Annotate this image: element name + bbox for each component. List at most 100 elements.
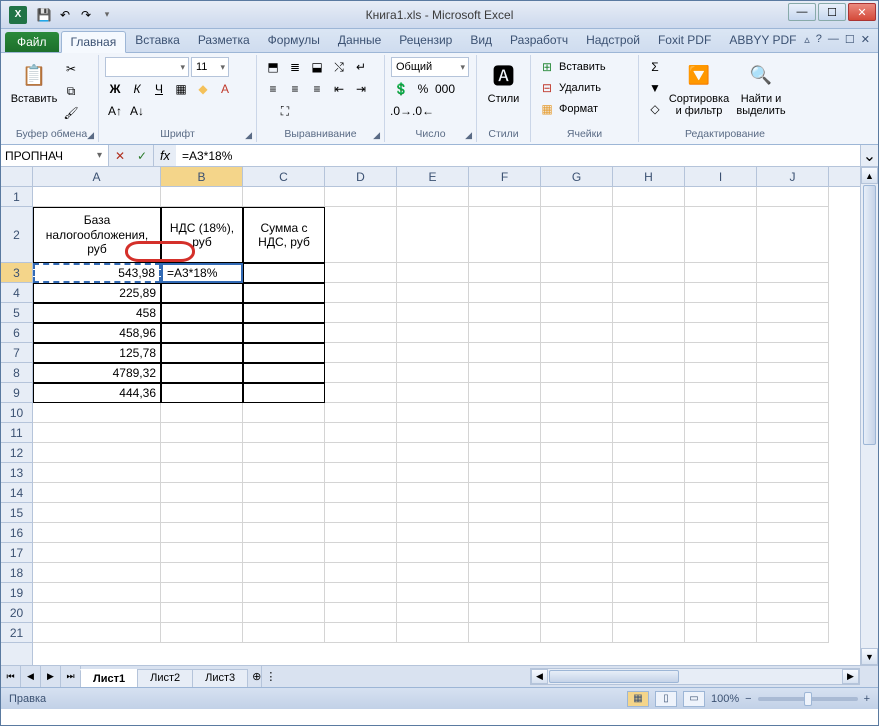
cell-G11[interactable] [541, 423, 613, 443]
cell-I9[interactable] [685, 383, 757, 403]
cell-C12[interactable] [243, 443, 325, 463]
cell-I17[interactable] [685, 543, 757, 563]
sheet-tab-Лист2[interactable]: Лист2 [137, 669, 193, 687]
cell-B8[interactable] [161, 363, 243, 383]
cell-D3[interactable] [325, 263, 397, 283]
cell-F12[interactable] [469, 443, 541, 463]
cell-E17[interactable] [397, 543, 469, 563]
cell-B19[interactable] [161, 583, 243, 603]
row-header-9[interactable]: 9 [1, 383, 32, 403]
cell-B7[interactable] [161, 343, 243, 363]
cell-A10[interactable] [33, 403, 161, 423]
formula-expand-icon[interactable]: ⌄ [860, 145, 878, 166]
cell-E7[interactable] [397, 343, 469, 363]
cell-J1[interactable] [757, 187, 829, 207]
cell-I1[interactable] [685, 187, 757, 207]
cell-H3[interactable] [613, 263, 685, 283]
cell-I19[interactable] [685, 583, 757, 603]
row-header-1[interactable]: 1 [1, 187, 32, 207]
page-break-view-icon[interactable]: ▭ [683, 691, 705, 707]
save-icon[interactable]: 💾 [35, 6, 53, 24]
row-header-21[interactable]: 21 [1, 623, 32, 643]
sort-filter-button[interactable]: 🔽 Сортировка и фильтр [669, 57, 729, 117]
cell-C9[interactable] [243, 383, 325, 403]
tab-разработч[interactable]: Разработч [501, 30, 577, 52]
cell-J14[interactable] [757, 483, 829, 503]
cell-E18[interactable] [397, 563, 469, 583]
cell-I13[interactable] [685, 463, 757, 483]
cell-F16[interactable] [469, 523, 541, 543]
font-family-combo[interactable] [105, 57, 189, 77]
cell-D9[interactable] [325, 383, 397, 403]
find-select-button[interactable]: 🔍 Найти и выделить [733, 57, 789, 117]
sheet-tab-Лист1[interactable]: Лист1 [80, 669, 138, 687]
cell-E1[interactable] [397, 187, 469, 207]
cell-F13[interactable] [469, 463, 541, 483]
cell-J17[interactable] [757, 543, 829, 563]
cell-E13[interactable] [397, 463, 469, 483]
cell-D15[interactable] [325, 503, 397, 523]
cell-A13[interactable] [33, 463, 161, 483]
mdi-close-icon[interactable]: ✕ [861, 33, 870, 46]
cell-B18[interactable] [161, 563, 243, 583]
sheet-nav-first-icon[interactable]: ⏮ [1, 666, 21, 687]
cell-J6[interactable] [757, 323, 829, 343]
col-header-B[interactable]: B [161, 167, 243, 186]
cell-A19[interactable] [33, 583, 161, 603]
cell-J5[interactable] [757, 303, 829, 323]
cell-D19[interactable] [325, 583, 397, 603]
cell-H12[interactable] [613, 443, 685, 463]
cell-D2[interactable] [325, 207, 397, 263]
row-header-2[interactable]: 2 [1, 207, 32, 263]
cell-F17[interactable] [469, 543, 541, 563]
sheet-nav-prev-icon[interactable]: ◀ [21, 666, 41, 687]
cell-F4[interactable] [469, 283, 541, 303]
row-header-14[interactable]: 14 [1, 483, 32, 503]
row-header-15[interactable]: 15 [1, 503, 32, 523]
cell-G6[interactable] [541, 323, 613, 343]
cell-B1[interactable] [161, 187, 243, 207]
format-painter-icon[interactable]: 🖌 [61, 103, 81, 123]
horizontal-scrollbar[interactable]: ◀ ▶ [530, 668, 860, 685]
mdi-minimize-icon[interactable]: — [828, 33, 839, 46]
cell-E12[interactable] [397, 443, 469, 463]
row-header-7[interactable]: 7 [1, 343, 32, 363]
cell-I12[interactable] [685, 443, 757, 463]
cell-E15[interactable] [397, 503, 469, 523]
cell-E16[interactable] [397, 523, 469, 543]
cell-H1[interactable] [613, 187, 685, 207]
vertical-scrollbar[interactable]: ▲ ▼ [860, 167, 878, 665]
cell-C13[interactable] [243, 463, 325, 483]
cell-B16[interactable] [161, 523, 243, 543]
sheet-nav-last-icon[interactable]: ⏭ [61, 666, 81, 687]
cell-I16[interactable] [685, 523, 757, 543]
cell-I7[interactable] [685, 343, 757, 363]
spreadsheet-grid[interactable]: ABCDEFGHIJ 12345678910111213141516171819… [1, 167, 878, 665]
cell-F1[interactable] [469, 187, 541, 207]
cell-G16[interactable] [541, 523, 613, 543]
cell-I10[interactable] [685, 403, 757, 423]
tab-abbyy pdf[interactable]: ABBYY PDF [720, 30, 805, 52]
tab-надстрой[interactable]: Надстрой [577, 30, 649, 52]
tab-file[interactable]: Файл [5, 32, 59, 52]
cell-J9[interactable] [757, 383, 829, 403]
clipboard-launcher-icon[interactable]: ◢ [87, 130, 94, 141]
cell-B13[interactable] [161, 463, 243, 483]
cell-F2[interactable] [469, 207, 541, 263]
sheet-nav-next-icon[interactable]: ▶ [41, 666, 61, 687]
cell-H10[interactable] [613, 403, 685, 423]
cell-C10[interactable] [243, 403, 325, 423]
row-header-19[interactable]: 19 [1, 583, 32, 603]
cell-C17[interactable] [243, 543, 325, 563]
cell-I18[interactable] [685, 563, 757, 583]
close-button[interactable]: ✕ [848, 3, 876, 21]
cell-B20[interactable] [161, 603, 243, 623]
cell-H15[interactable] [613, 503, 685, 523]
cell-I4[interactable] [685, 283, 757, 303]
cell-C5[interactable] [243, 303, 325, 323]
zoom-in-icon[interactable]: + [864, 693, 870, 705]
cell-E14[interactable] [397, 483, 469, 503]
cell-A6[interactable]: 458,96 [33, 323, 161, 343]
cell-C16[interactable] [243, 523, 325, 543]
row-header-17[interactable]: 17 [1, 543, 32, 563]
